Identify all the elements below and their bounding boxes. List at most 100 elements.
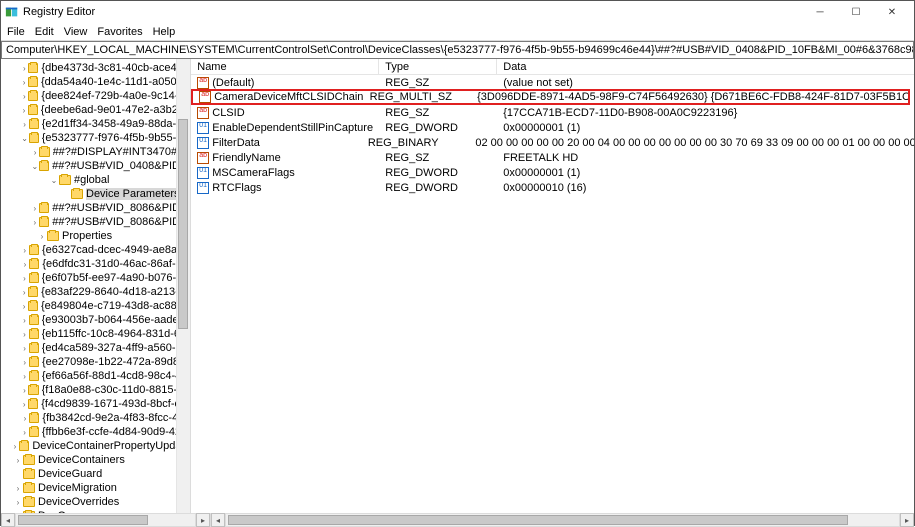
menu-edit[interactable]: Edit [35, 26, 54, 38]
menu-file[interactable]: File [7, 26, 25, 38]
chevron-down-icon[interactable]: ⌄ [31, 161, 39, 171]
chevron-right-icon[interactable]: › [20, 63, 28, 73]
tree-item[interactable]: ›{fb3842cd-9e2a-4f83-8fcc-4b076173 [1, 411, 190, 425]
address-bar[interactable]: Computer\HKEY_LOCAL_MACHINE\SYSTEM\Curre… [1, 41, 914, 59]
tree-item[interactable]: ›{ffbb6e3f-ccfe-4d84-90d9-421418b03 [1, 425, 190, 439]
tree-item[interactable]: Device Parameters [1, 187, 190, 201]
minimize-button[interactable]: ─ [802, 2, 838, 22]
chevron-right-icon[interactable]: › [20, 301, 28, 311]
tree-item[interactable]: ›{e6327cad-dcec-4949-ae8a-991e976 [1, 243, 190, 257]
chevron-down-icon[interactable]: ⌄ [20, 133, 28, 143]
col-data[interactable]: Data [497, 59, 914, 74]
tree-item[interactable]: ›Properties [1, 229, 190, 243]
tree-item[interactable]: ›{ed4ca589-327a-4ff9-a560-91da4b48 [1, 341, 190, 355]
chevron-right-icon[interactable]: › [13, 483, 23, 493]
chevron-right-icon[interactable]: › [21, 357, 29, 367]
scroll-right-icon[interactable]: ▸ [900, 513, 914, 527]
maximize-button[interactable]: ☐ [838, 2, 874, 22]
value-type: REG_MULTI_SZ [364, 91, 471, 103]
values-list[interactable]: (Default)REG_SZ(value not set)CameraDevi… [191, 75, 914, 195]
menu-help[interactable]: Help [153, 26, 176, 38]
tree-item[interactable]: ⌄ {e5323777-f976-4f5b-9b55-b94699c4 [1, 131, 190, 145]
tree-item[interactable]: ›DeviceContainerPropertyUpdateEvents [1, 439, 190, 453]
binary-value-icon [197, 122, 209, 134]
tree-item[interactable]: ›##?#DISPLAY#INT3470#4&3499f [1, 145, 190, 159]
value-row[interactable]: CLSIDREG_SZ{17CCA71B-ECD7-11D0-B908-00A0… [191, 105, 914, 120]
value-row[interactable]: EnableDependentStillPinCaptureREG_DWORD0… [191, 120, 914, 135]
tree-item[interactable]: ›{f18a0e88-c30c-11d0-8815-00a0c906 [1, 383, 190, 397]
chevron-right-icon[interactable]: › [13, 455, 23, 465]
value-row[interactable]: CameraDeviceMftCLSIDChainREG_MULTI_SZ{3D… [191, 89, 910, 105]
chevron-right-icon[interactable]: › [37, 231, 47, 241]
tree-item-label: {e5323777-f976-4f5b-9b55-b94699c4 [42, 132, 191, 144]
chevron-right-icon[interactable]: › [21, 371, 29, 381]
scroll-left-icon[interactable]: ◂ [211, 513, 225, 527]
value-row[interactable]: (Default)REG_SZ(value not set) [191, 75, 914, 90]
tree-item[interactable]: ⌄#global [1, 173, 190, 187]
chevron-right-icon[interactable]: › [20, 385, 28, 395]
tree-item[interactable]: ›##?#USB#VID_8086&PID_0A66& [1, 215, 190, 229]
tree-item[interactable]: ›{ef66a56f-88d1-4cd8-98c4-49faf57ad [1, 369, 190, 383]
chevron-right-icon[interactable]: › [21, 259, 29, 269]
chevron-right-icon[interactable]: › [20, 287, 28, 297]
tree-item[interactable]: DeviceGuard [1, 467, 190, 481]
chevron-right-icon[interactable]: › [21, 427, 29, 437]
chevron-right-icon[interactable]: › [21, 413, 29, 423]
tree-item[interactable]: ›DeviceOverrides [1, 495, 190, 509]
chevron-right-icon[interactable]: › [21, 343, 29, 353]
value-name: RTCFlags [212, 182, 261, 194]
value-row[interactable]: MSCameraFlagsREG_DWORD0x00000001 (1) [191, 165, 914, 180]
chevron-right-icon[interactable]: › [21, 119, 29, 129]
tree-item[interactable]: ›##?#USB#VID_8086&PID_0A66& [1, 201, 190, 215]
value-row[interactable]: RTCFlagsREG_DWORD0x00000010 (16) [191, 180, 914, 195]
scroll-left-icon[interactable]: ◂ [1, 513, 15, 527]
chevron-right-icon[interactable]: › [31, 147, 39, 157]
tree-item[interactable]: ›DeviceMigration [1, 481, 190, 495]
tree-item[interactable]: ›{ee27098e-1b22-472a-89d8-5ccce16 [1, 355, 190, 369]
tree-view[interactable]: ›{dbe4373d-3c81-40cb-ace4-e0e5d05f›{dda5… [1, 59, 190, 513]
tree-item[interactable]: ›{e849804e-c719-43d8-ac88-96b894c1 [1, 299, 190, 313]
tree-item-label: {eb115ffc-10c8-4964-831d-6dcb02e6f [42, 328, 191, 340]
chevron-right-icon[interactable]: › [20, 91, 28, 101]
close-button[interactable]: ✕ [874, 2, 910, 22]
tree-item[interactable]: › {deebe6ad-9e01-47e2-a3b2-a66aa2c0 [1, 103, 190, 117]
col-name[interactable]: Name [191, 59, 379, 74]
scroll-right-icon[interactable]: ▸ [196, 513, 210, 527]
tree-item[interactable]: ›DeviceContainers [1, 453, 190, 467]
value-name-cell: MSCameraFlags [191, 167, 379, 179]
tree-item-label: {deebe6ad-9e01-47e2-a3b2-a66aa2c0 [41, 104, 190, 116]
chevron-down-icon[interactable]: ⌄ [49, 175, 59, 185]
tree-item[interactable]: ›{e93003b7-b064-456e-aade-5843344 [1, 313, 190, 327]
tree-item[interactable]: ›{f4cd9839-1671-493d-8bcf-c68693cac [1, 397, 190, 411]
menu-view[interactable]: View [64, 26, 88, 38]
chevron-right-icon[interactable]: › [20, 77, 28, 87]
chevron-right-icon[interactable]: › [20, 329, 28, 339]
chevron-right-icon[interactable]: › [13, 497, 23, 507]
tree-horizontal-scrollbar[interactable]: ◂ ▸ [1, 513, 211, 527]
tree-item-label: {e6f07b5f-ee97-4a90-b076-33f57bf4e [42, 272, 191, 284]
chevron-right-icon[interactable]: › [31, 203, 39, 213]
chevron-right-icon[interactable]: › [31, 217, 39, 227]
tree-item[interactable]: ›{dee824ef-729b-4a0e-9c14-b7117d33 [1, 89, 190, 103]
tree-item[interactable]: › {eb115ffc-10c8-4964-831d-6dcb02e6f [1, 327, 190, 341]
value-row[interactable]: FriendlyNameREG_SZFREETALK HD [191, 150, 914, 165]
col-type[interactable]: Type [379, 59, 497, 74]
chevron-right-icon[interactable]: › [20, 315, 28, 325]
chevron-right-icon[interactable]: › [20, 105, 28, 115]
tree-vertical-scrollbar[interactable] [176, 59, 190, 513]
folder-icon [71, 189, 83, 199]
menu-favorites[interactable]: Favorites [97, 26, 142, 38]
tree-item[interactable]: ›{dbe4373d-3c81-40cb-ace4-e0e5d05f [1, 61, 190, 75]
tree-item[interactable]: › {e6f07b5f-ee97-4a90-b076-33f57bf4e [1, 271, 190, 285]
tree-item[interactable]: ›{e6dfdc31-31d0-46ac-86af-da1ef85b [1, 257, 190, 271]
tree-item[interactable]: ›{e83af229-8640-4d18-a213-e22675eb [1, 285, 190, 299]
chevron-right-icon[interactable]: › [11, 441, 19, 451]
chevron-right-icon[interactable]: › [20, 399, 28, 409]
tree-item[interactable]: ›{e2d1ff34-3458-49a9-88da-8e6915ce [1, 117, 190, 131]
value-row[interactable]: FilterDataREG_BINARY02 00 00 00 00 00 20… [191, 135, 914, 150]
tree-item[interactable]: ⌄##?#USB#VID_0408&PID_10FB& [1, 159, 190, 173]
chevron-right-icon[interactable]: › [20, 273, 28, 283]
values-horizontal-scrollbar[interactable]: ◂ ▸ [211, 513, 914, 527]
chevron-right-icon[interactable]: › [21, 245, 29, 255]
tree-item[interactable]: ›{dda54a40-1e4c-11d1-a050-405705c1 [1, 75, 190, 89]
